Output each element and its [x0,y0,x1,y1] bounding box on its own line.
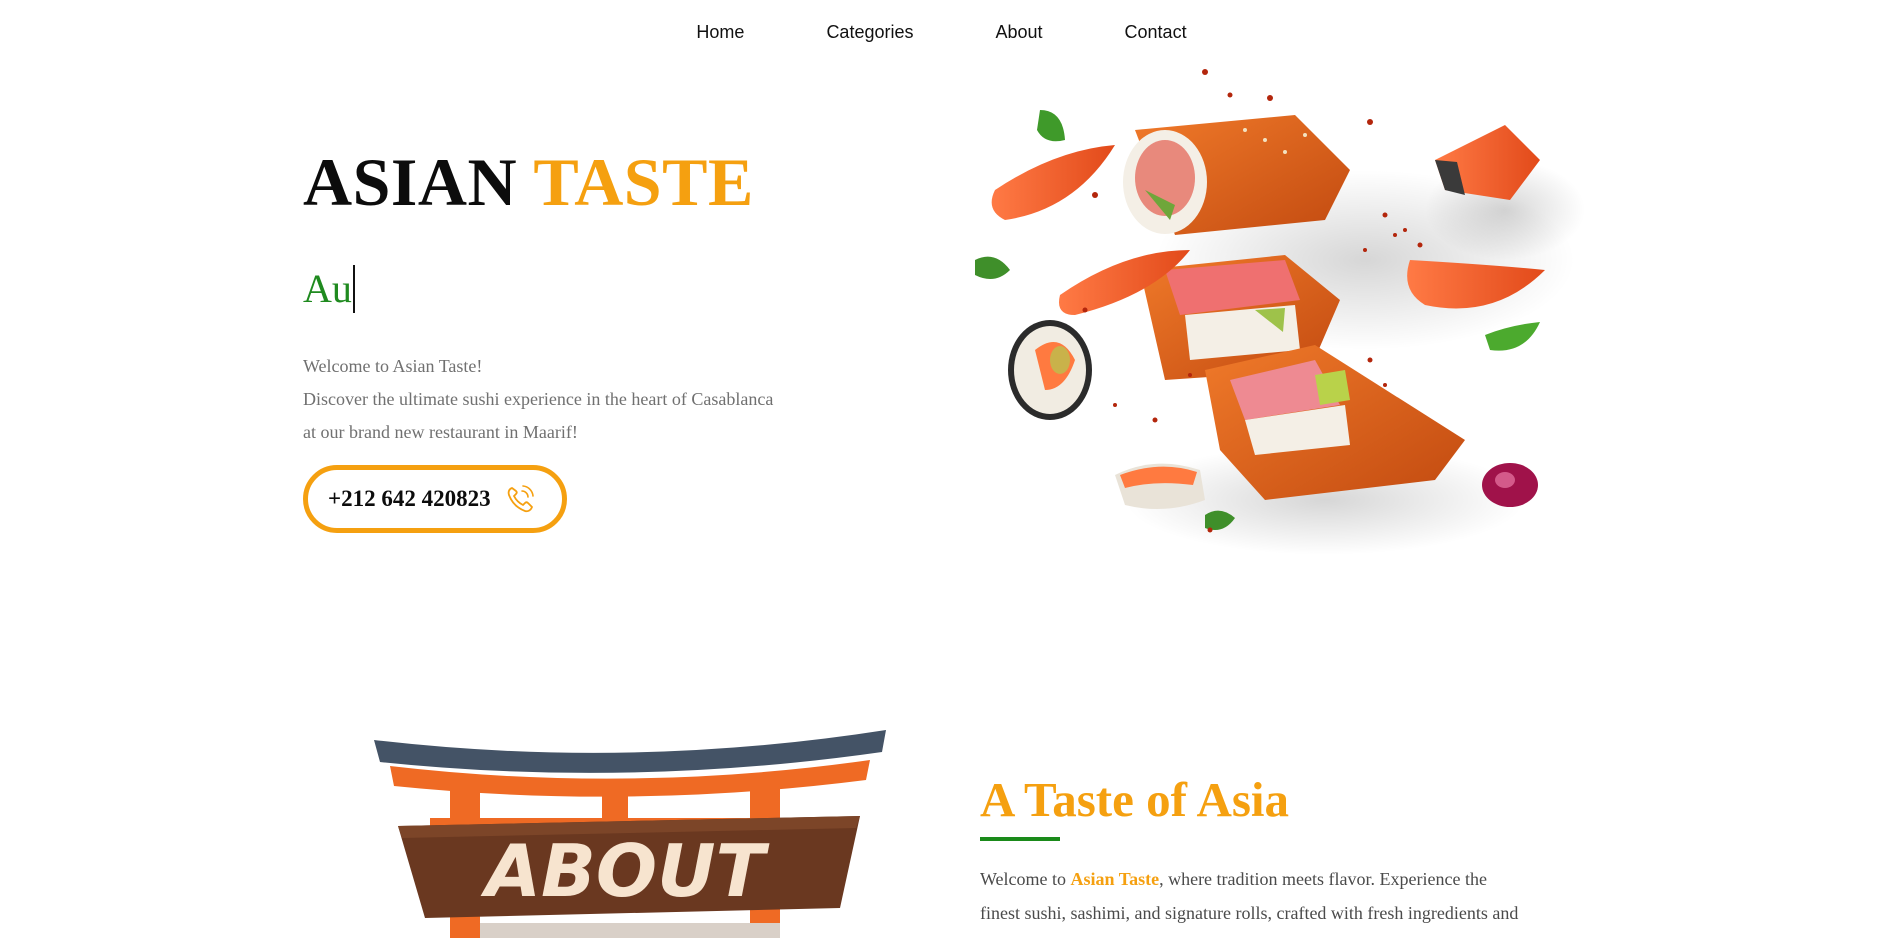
about-title: A Taste of Asia [980,772,1290,827]
nav-contact-link[interactable]: Contact [1125,22,1187,43]
about-brand-highlight: Asian Taste [1070,869,1160,889]
brand-title: ASIAN TASTE [303,148,754,216]
phone-number: +212 642 420823 [328,486,491,511]
sushi-hero-image [975,69,1585,555]
nav-about-link[interactable]: About [995,22,1042,43]
about-text-line-2: finest sushi, sashimi, and signature rol… [980,903,1519,923]
phone-call-button[interactable]: +212 642 420823 [303,465,567,533]
about-text-line-1: Welcome to Asian Taste, where tradition … [980,862,1560,896]
intro-line-1: Welcome to Asian Taste! [303,356,483,376]
about-text-after: , where tradition meets flavor. Experien… [1159,869,1487,889]
brand-title-part2: TASTE [533,144,754,220]
nav-home-link[interactable]: Home [696,22,744,43]
typewriter-text: Au [303,265,355,313]
typewriter-value: Au [303,266,352,311]
intro-line-2: Discover the ultimate sushi experience i… [303,389,774,409]
phone-icon [507,485,534,513]
nav-categories-link[interactable]: Categories [826,22,913,43]
intro-line-3: at our brand new restaurant in Maarif! [303,422,578,442]
main-nav: Home Categories About Contact [0,22,1898,43]
about-description: Welcome to Asian Taste, where tradition … [980,862,1560,930]
about-sign-text: ABOUT [480,829,769,913]
about-text-prefix: Welcome to [980,869,1071,889]
brand-title-part1: ASIAN [303,144,518,220]
about-torii-image: ABOUT [374,730,886,938]
typewriter-caret [352,265,355,313]
hero-intro: Welcome to Asian Taste! Discover the ult… [303,350,843,449]
about-title-underline [980,837,1060,841]
